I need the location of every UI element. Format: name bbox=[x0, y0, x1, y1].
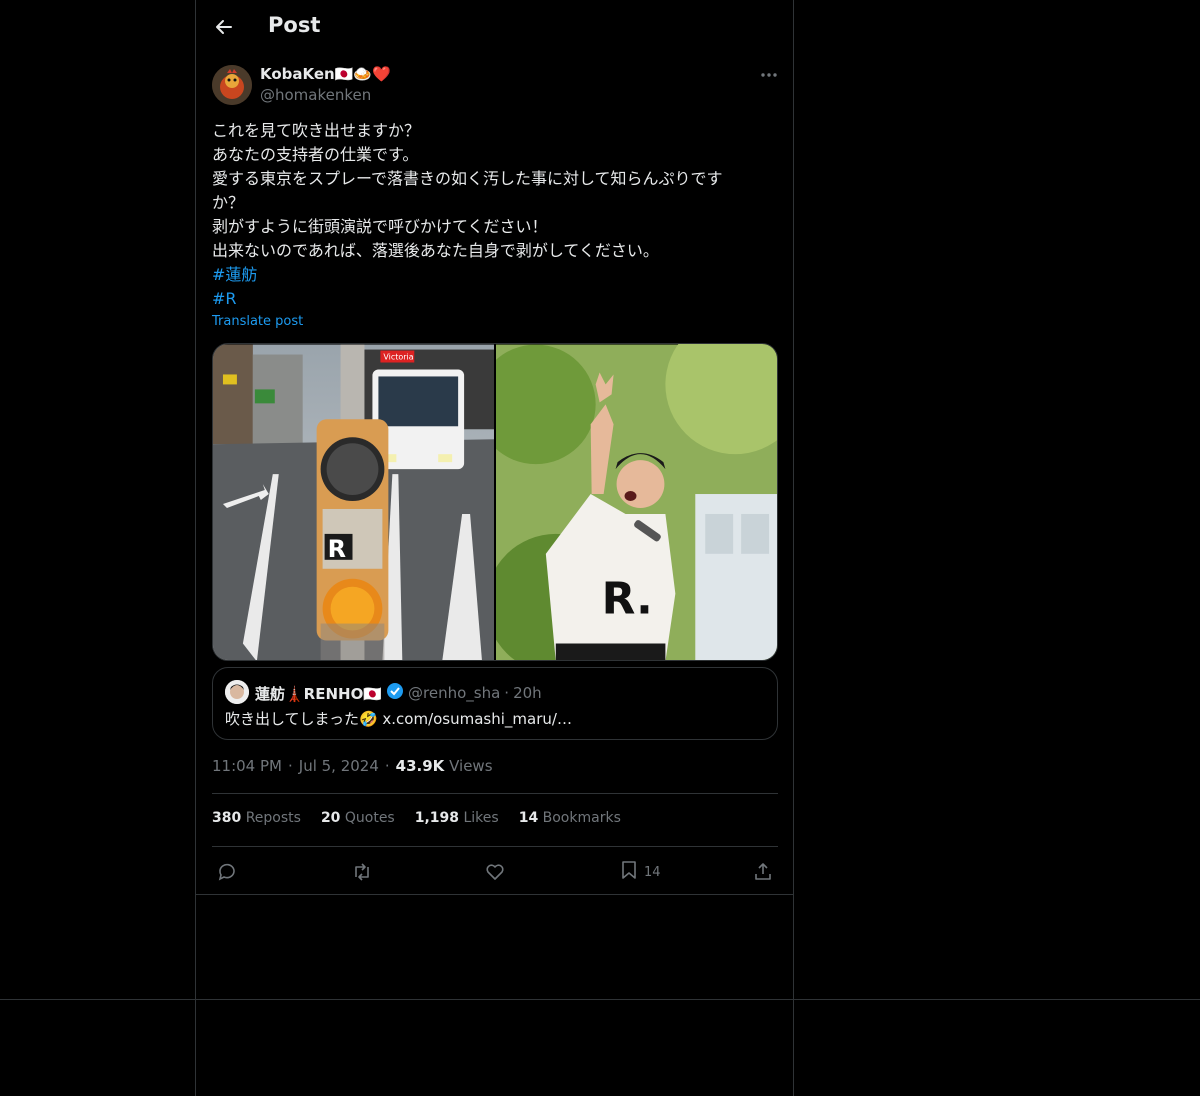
quote-author-handle: @renho_sha bbox=[408, 684, 501, 702]
quote-author-name: 蓮舫🗼RENHO🇯🇵 bbox=[255, 684, 383, 703]
post-line: 出来ないのであれば、落選後あなた自身で剥がしてください。 bbox=[212, 241, 659, 260]
separator-dot: · bbox=[384, 757, 390, 775]
translate-post-link[interactable]: Translate post bbox=[212, 314, 303, 329]
hashtag-link[interactable]: #R bbox=[212, 287, 772, 311]
repost-icon[interactable] bbox=[351, 858, 373, 886]
post-date[interactable]: Jul 5, 2024 bbox=[299, 757, 379, 775]
media-grid: Victoria R R. bbox=[212, 343, 778, 661]
separator-dot: · bbox=[287, 757, 293, 775]
hashtag-link[interactable]: #蓮舫 bbox=[212, 263, 772, 287]
verified-badge-icon bbox=[386, 682, 404, 704]
bookmark-button[interactable]: 14 bbox=[620, 858, 661, 886]
post-line: 愛する東京をスプレーで落書きの如く汚した事に対して知らんぷりです bbox=[212, 169, 723, 188]
bookmark-icon bbox=[620, 860, 638, 884]
separator-dot: · bbox=[504, 684, 510, 702]
media-shirt-text: R. bbox=[602, 574, 653, 625]
bookmarks-label: Bookmarks bbox=[542, 810, 621, 826]
bookmarks-count: 14 bbox=[518, 810, 539, 826]
like-icon[interactable] bbox=[485, 858, 505, 886]
bookmark-count: 14 bbox=[644, 864, 661, 880]
quote-text: 吹き出してしまった🤣 x.com/osumashi_maru/… bbox=[225, 710, 572, 728]
page-divider bbox=[0, 999, 1200, 1000]
more-options-icon[interactable] bbox=[758, 67, 780, 83]
quote-time: 20h bbox=[513, 684, 542, 702]
author-handle[interactable]: @homakenken bbox=[260, 86, 371, 104]
post-meta: 11:04 PM · Jul 5, 2024 · 43.9K Views bbox=[212, 757, 493, 775]
reposts-label: Reposts bbox=[245, 810, 301, 826]
likes-count: 1,198 bbox=[414, 810, 460, 826]
likes-stat[interactable]: 1,198 Likes bbox=[415, 810, 499, 826]
post-stats: 380 Reposts 20 Quotes 1,198 Likes 14 Boo… bbox=[212, 810, 621, 826]
post-time[interactable]: 11:04 PM bbox=[212, 757, 282, 775]
media-logo-letter: R bbox=[328, 535, 346, 563]
post-line: か？ bbox=[212, 193, 245, 212]
media-image-traffic-light[interactable]: Victoria R bbox=[213, 344, 494, 661]
quotes-count: 20 bbox=[320, 810, 341, 826]
bookmarks-stat[interactable]: 14 Bookmarks bbox=[519, 810, 621, 826]
action-bar: 14 bbox=[196, 858, 793, 886]
main-column: Post KobaKen🇯🇵🍛❤️ @homakenken これを見て吹き出せま… bbox=[195, 0, 794, 1096]
back-arrow-icon[interactable] bbox=[212, 16, 234, 38]
post-line: これを見て吹き出せますか？ bbox=[212, 121, 421, 140]
divider bbox=[212, 846, 778, 847]
quotes-label: Quotes bbox=[344, 810, 395, 826]
likes-label: Likes bbox=[463, 810, 499, 826]
reposts-count: 380 bbox=[212, 810, 242, 826]
quote-avatar bbox=[225, 680, 249, 704]
reply-icon[interactable] bbox=[217, 858, 237, 886]
divider bbox=[212, 793, 778, 794]
views: 43.9K Views bbox=[396, 757, 493, 775]
quotes-stat[interactable]: 20 Quotes bbox=[321, 810, 395, 826]
views-count: 43.9K bbox=[395, 757, 445, 775]
avatar[interactable] bbox=[212, 65, 252, 105]
reposts-stat[interactable]: 380 Reposts bbox=[212, 810, 301, 826]
author-name[interactable]: KobaKen🇯🇵🍛❤️ bbox=[260, 65, 391, 83]
page-title: Post bbox=[268, 13, 321, 37]
quoted-post[interactable]: 蓮舫🗼RENHO🇯🇵 @renho_sha · 20h 吹き出してしまった🤣 x… bbox=[212, 667, 778, 740]
share-icon[interactable] bbox=[753, 858, 773, 886]
media-image-speaker[interactable]: R. bbox=[496, 344, 777, 661]
views-label: Views bbox=[449, 757, 493, 775]
post-line: あなたの支持者の仕業です。 bbox=[212, 145, 419, 164]
post-text: これを見て吹き出せますか？ あなたの支持者の仕業です。 愛する東京をスプレーで落… bbox=[212, 119, 772, 311]
divider bbox=[196, 894, 793, 895]
quote-header: 蓮舫🗼RENHO🇯🇵 @renho_sha · 20h bbox=[255, 682, 542, 704]
media-sign-text: Victoria bbox=[383, 353, 413, 362]
post-line: 剥がすように街頭演説で呼びかけてください！ bbox=[212, 217, 548, 236]
header: Post bbox=[196, 0, 793, 54]
